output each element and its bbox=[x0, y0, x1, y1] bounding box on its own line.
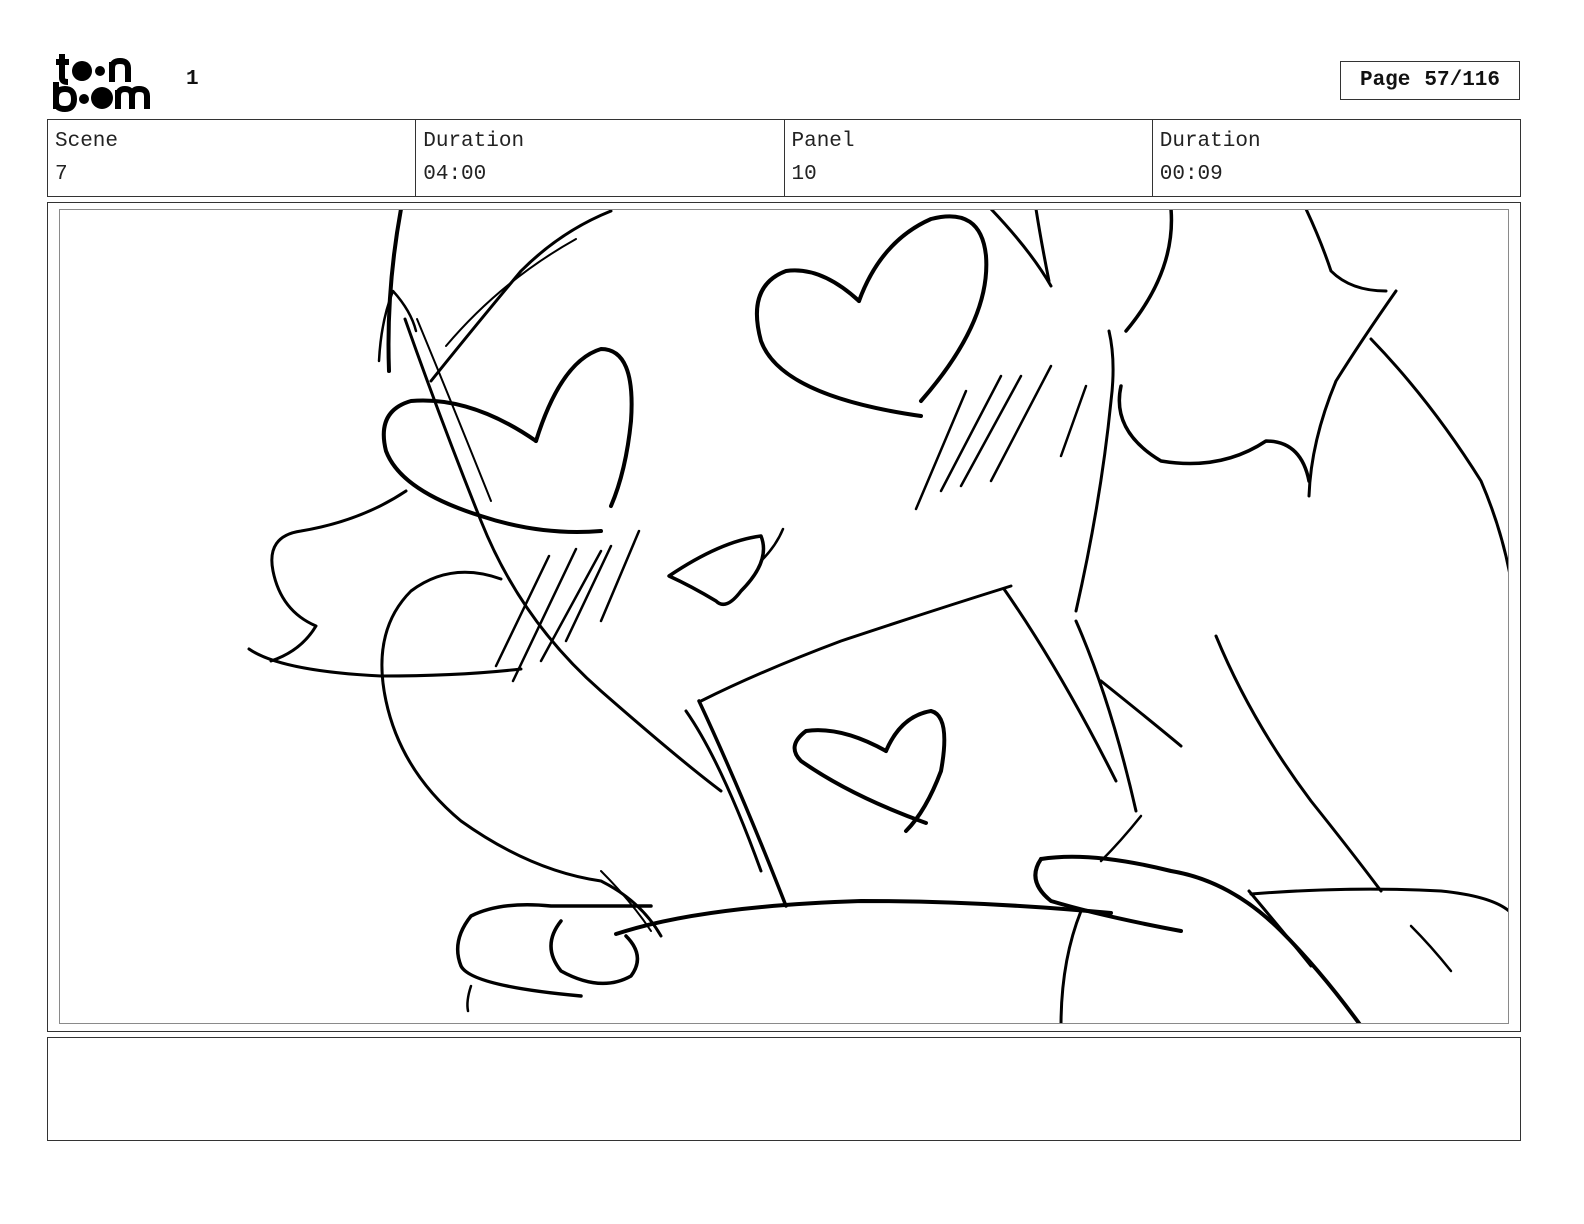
page-value: 57/116 bbox=[1424, 69, 1501, 92]
toon-boom-logo-icon bbox=[53, 54, 150, 112]
panel-value: 10 bbox=[791, 163, 817, 186]
scene-cell: Scene 7 bbox=[48, 120, 417, 196]
panel-duration-cell: Duration 00:09 bbox=[1153, 120, 1520, 196]
sketch-drawing bbox=[247, 210, 1508, 1023]
toon-boom-logo bbox=[52, 52, 164, 112]
panel-cell: Panel 10 bbox=[785, 120, 1153, 196]
scene-duration-value: 04:00 bbox=[423, 163, 487, 186]
storyboard-panel-image bbox=[59, 209, 1509, 1024]
panel-notes-box bbox=[47, 1037, 1521, 1141]
scene-info-table: Scene 7 Duration 04:00 Panel 10 Duration… bbox=[47, 119, 1521, 197]
panel-duration-value: 00:09 bbox=[1159, 163, 1223, 186]
page-label: Page bbox=[1359, 69, 1411, 92]
sheet-number: 1 bbox=[186, 68, 199, 91]
scene-value: 7 bbox=[55, 163, 68, 186]
page-indicator: Page 57/116 bbox=[1340, 61, 1520, 100]
panel-label: Panel bbox=[791, 130, 855, 153]
scene-duration-label: Duration bbox=[423, 130, 525, 153]
scene-duration-cell: Duration 04:00 bbox=[416, 120, 785, 196]
scene-label: Scene bbox=[55, 130, 119, 153]
panel-duration-label: Duration bbox=[1159, 130, 1261, 153]
